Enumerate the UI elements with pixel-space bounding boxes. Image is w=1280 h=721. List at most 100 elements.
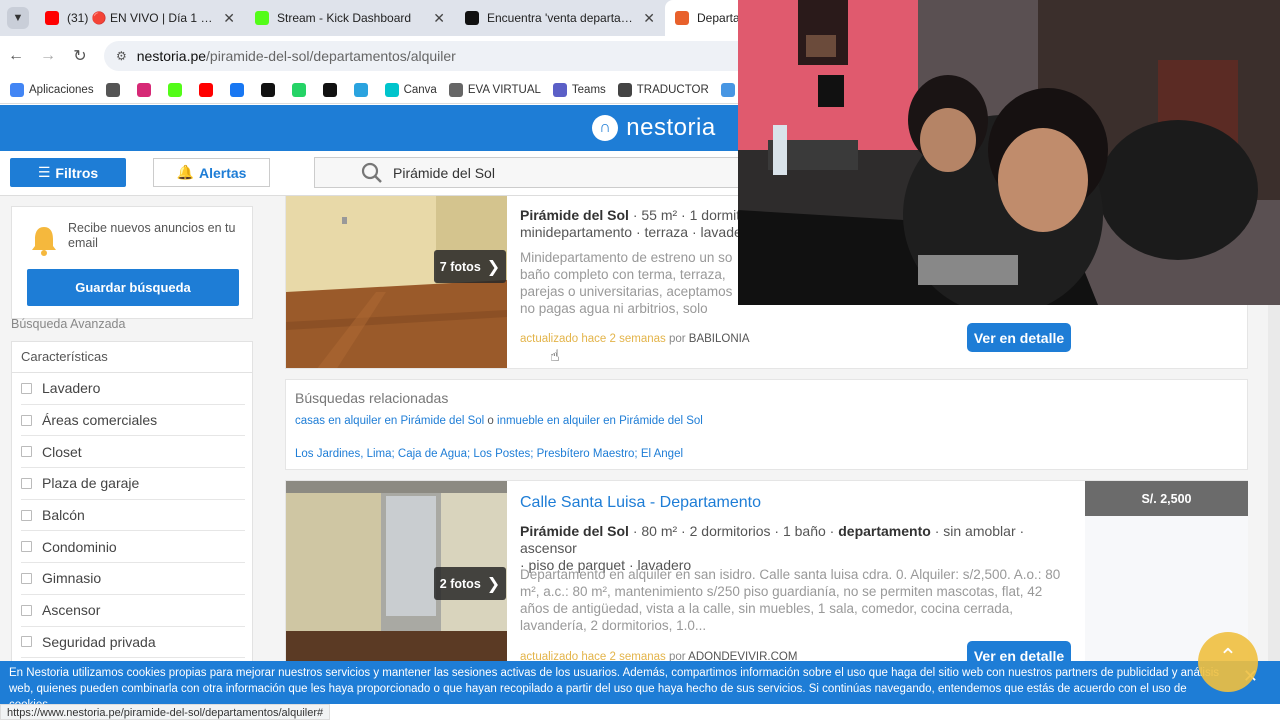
site-info-icon[interactable]: ⚙ [116,49,127,63]
bell-icon: 🔔 [176,164,194,180]
filters-label: Filtros [55,164,99,181]
checkbox[interactable] [21,572,32,584]
bookmark-label: Teams [571,83,606,96]
nestoria-logo-icon: ∩ [592,115,619,141]
feature-filter-item[interactable]: Balcón [21,500,245,532]
status-url: https://www.nestoria.pe/piramide-del-sol… [0,704,331,720]
bookmark-item[interactable] [229,82,249,97]
tab-search-dropdown[interactable]: ▼ [7,7,29,29]
sidebar: Recibe nuevos anuncios en tu email Guard… [10,196,254,661]
close-tab-icon[interactable]: ✕ [223,10,235,27]
bookmark-item[interactable] [105,82,125,97]
search-input[interactable]: Pirámide del Sol [314,157,754,188]
listing-price: S/. 2,500 [1085,481,1248,516]
page-scrollbar[interactable] [1268,305,1280,661]
bookmark-item[interactable] [353,82,373,97]
bookmark-item[interactable]: Canva [384,82,437,97]
feature-filter-item[interactable]: Closet [21,436,245,469]
listing-description: Departamento en alquiler en san isidro. … [520,567,1061,633]
email-alert-box: Recibe nuevos anuncios en tu email Guard… [11,206,253,319]
bookmark-label: TRADUCTOR [636,83,709,96]
related-link-property[interactable]: inmueble en alquiler en Pirámide del Sol [497,415,703,427]
photos-count-badge[interactable]: 7 fotos ❯ [434,250,506,283]
youtube-icon [45,11,59,25]
kick-icon [255,11,269,25]
photos-count: 2 fotos [439,576,481,591]
youtube-icon [198,82,213,97]
x-icon [260,82,275,97]
related-neighborhoods[interactable]: Los Jardines, Lima; Caja de Agua; Los Po… [295,448,683,460]
gemini-icon [720,82,735,97]
listing-source[interactable]: ADONDEVIVIR.COM [688,651,797,661]
feature-filter-item[interactable]: Ascensor [21,595,245,627]
view-details-button[interactable]: Ver en detalle [967,641,1071,661]
mouse-cursor-icon: ☝ [550,348,560,365]
feature-label: Gimnasio [42,570,102,587]
listing-location: Pirámide del Sol [520,523,629,539]
listing-updated: actualizado hace 2 semanas [520,333,666,345]
logo-text: nestoria [626,114,716,141]
bookmark-item[interactable] [260,82,280,97]
feature-label: Ascensor [42,602,101,619]
checkbox[interactable] [21,446,32,458]
checkbox[interactable] [21,636,32,648]
advanced-search-label[interactable]: Búsqueda Avanzada [11,317,125,331]
forward-arrow-icon[interactable]: → [32,47,64,65]
nestoria-logo[interactable]: ∩ nestoria [592,114,715,142]
chevron-right-icon: ❯ [486,258,501,276]
reload-icon[interactable]: ↻ [64,46,96,66]
features-header: Características [12,342,252,373]
related-link-houses[interactable]: casas en alquiler en Pirámide del Sol [295,415,484,427]
bookmark-item[interactable] [167,82,187,97]
feature-filter-item[interactable]: Plaza de garaje [21,468,245,500]
alerts-button[interactable]: 🔔 Alertas [153,158,270,187]
checkbox[interactable] [21,541,32,553]
browser-tab[interactable]: Encuentra 'venta departamento ✕ [455,0,665,36]
eva-icon [448,82,463,97]
bookmark-item[interactable] [291,82,311,97]
listing-photo[interactable]: 7 fotos ❯ [286,196,507,368]
browser-tab[interactable]: (31) 🔴 EN VIVO | Día 1 del De ✕ [35,0,245,36]
listing-card[interactable]: S/. 2,500 2 fotos ❯ Calle Santa Luisa - D… [285,480,1248,661]
scroll-to-top-button[interactable]: ⌃ [1198,632,1258,692]
browser-status-bar: https://www.nestoria.pe/piramide-del-sol… [0,704,1280,720]
feature-filter-item[interactable]: Gimnasio [21,563,245,595]
view-details-button[interactable]: Ver en detalle [967,323,1071,352]
feature-filter-item[interactable]: Áreas comerciales [21,405,245,437]
translate-icon [617,82,632,97]
teams-icon [552,82,567,97]
browser-tab[interactable]: Stream - Kick Dashboard ✕ [245,0,455,36]
listing-description: Minidepartamento de estreno un so baño c… [520,250,733,316]
checkbox[interactable] [21,477,32,489]
feature-filter-item[interactable]: Seguridad privada [21,627,245,659]
filters-button[interactable]: ☰ Filtros [10,158,126,187]
back-arrow-icon[interactable]: ← [0,47,32,65]
feature-filter-item[interactable]: Lavadero [21,373,245,405]
feature-filter-item[interactable]: Condominio [21,531,245,564]
bookmark-label: EVA VIRTUAL [467,83,541,96]
url-bar[interactable]: ⚙ nestoria.pe/piramide-del-sol/departame… [104,41,784,71]
photos-count-badge[interactable]: 2 fotos ❯ [434,567,506,600]
checkbox[interactable] [21,604,32,616]
email-alert-text: Recibe nuevos anuncios en tu email [68,221,236,250]
bookmark-item[interactable] [322,82,342,97]
bookmark-item[interactable]: Aplicaciones [10,82,94,97]
checkbox[interactable] [21,414,32,426]
checkbox[interactable] [21,382,32,394]
url-path: /piramide-del-sol/departamentos/alquiler [206,48,456,64]
bookmark-item[interactable]: TRADUCTOR [617,82,709,97]
save-search-button[interactable]: Guardar búsqueda [27,269,239,306]
listing-title[interactable]: Calle Santa Luisa - Departamento [520,494,761,512]
checkbox[interactable] [21,509,32,521]
bookmark-item[interactable] [198,82,218,97]
bookmark-item[interactable] [136,82,156,97]
close-tab-icon[interactable]: ✕ [433,10,445,27]
listing-source[interactable]: BABILONIA [689,333,750,345]
webcam-overlay [738,0,1280,305]
bookmark-item[interactable]: Teams [552,82,606,97]
listing-photo[interactable]: 2 fotos ❯ [286,481,507,661]
tiktok-icon [322,82,337,97]
close-tab-icon[interactable]: ✕ [643,10,655,27]
listing-specs-rest: · 55 m² · 1 dormito [628,207,748,223]
bookmark-item[interactable]: EVA VIRTUAL [448,82,541,97]
